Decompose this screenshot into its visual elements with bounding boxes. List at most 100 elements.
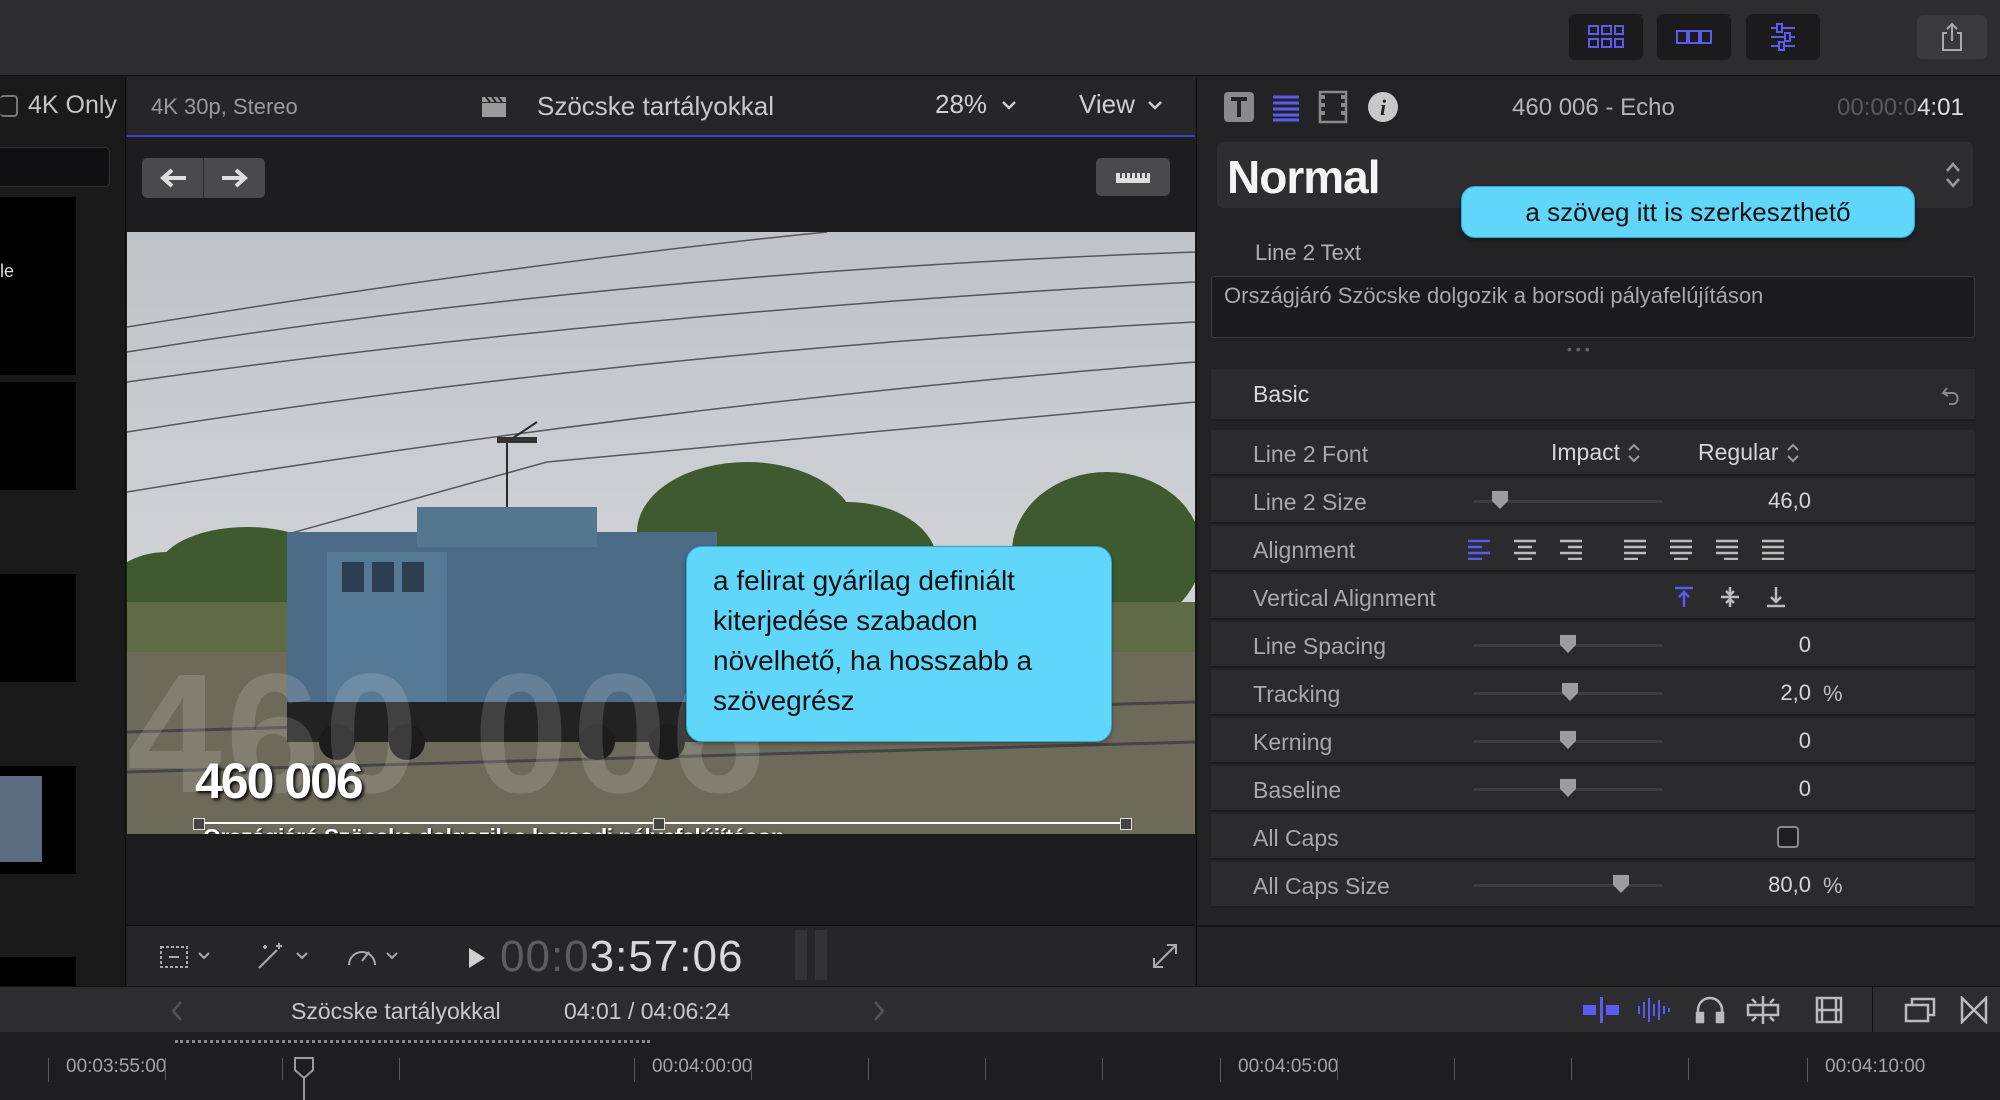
clip-appearance-icon[interactable] [1814,995,1844,1025]
inspector-toggle-button[interactable] [1746,14,1820,60]
font-style-dropdown[interactable]: Regular [1698,439,1799,466]
range-indicator [175,1040,650,1043]
size-slider-knob[interactable] [1492,491,1508,509]
undo-arrow-icon[interactable] [1941,383,1963,405]
chevron-down-icon [1002,100,1016,110]
4k-only-checkbox[interactable] [0,95,18,117]
justify-left-icon[interactable] [1623,538,1647,560]
view-label: View [1079,89,1135,119]
paragraph-icon[interactable] [1271,92,1301,122]
justify-full-icon[interactable] [1761,538,1785,560]
title-line-1[interactable]: 460 006 [195,752,364,810]
timeline-header: Szöcske tartályokkal 04:01 / 04:06:24 [0,986,2000,1033]
font-family-dropdown[interactable]: Impact [1551,439,1640,466]
kerning-value[interactable]: 0 [1681,728,1811,754]
basic-section-header[interactable]: Basic [1211,369,1975,421]
zoom-dropdown[interactable]: 28% [935,89,1017,120]
fullscreen-icon[interactable] [1151,942,1179,970]
browser-panel: 4K Only le [0,77,126,987]
chevron-down-icon [1148,100,1162,110]
inspector-timecode: 00:00:04:01 [1837,94,1964,121]
vertical-alignment-row: Vertical Alignment [1211,574,1975,620]
inspector-clip-name: 460 006 - Echo [1512,94,1675,121]
share-button[interactable] [1917,15,1987,59]
all-caps-size-slider[interactable] [1473,884,1663,887]
timeline-project-name: Szöcske tartályokkal [291,998,501,1024]
size-value[interactable]: 46,0 [1681,488,1811,514]
align-right-icon[interactable] [1559,538,1583,560]
sliders-icon [1771,23,1795,51]
window-icon[interactable] [1904,996,1936,1024]
play-icon[interactable] [467,946,487,970]
resize-grip[interactable]: ••• [1567,341,1594,357]
retime-menu[interactable] [345,941,399,971]
align-left-icon[interactable] [1467,538,1491,560]
waveform-icon[interactable] [1636,996,1672,1024]
browser-clip-thumbnail[interactable]: le [0,197,76,375]
magic-wand-icon [258,943,282,969]
filmstrip-icon [1676,30,1712,44]
browser-clip-thumbnail[interactable] [0,766,76,874]
info-icon[interactable]: i [1367,91,1399,123]
justify-center-icon[interactable] [1669,538,1693,560]
video-inspector-icon[interactable] [1318,90,1348,124]
grid-icon [1588,25,1624,48]
browser-search-field[interactable] [0,147,110,187]
timeline-toggle-button[interactable] [1657,14,1731,60]
browser-toggle-button[interactable] [1569,14,1643,60]
tracking-slider-knob[interactable] [1562,683,1578,701]
baseline-value[interactable]: 0 [1681,776,1811,802]
browser-clip-thumbnail[interactable] [0,957,76,987]
enhancements-menu[interactable] [255,941,309,971]
timeline-ruler[interactable]: 00:03:55:00 00:04:00:00 00:04:05:00 00:0… [0,1032,2000,1100]
all-caps-checkbox[interactable] [1777,826,1799,848]
all-caps-size-row: All Caps Size 80,0 % [1211,862,1975,908]
line-spacing-slider-knob[interactable] [1560,635,1576,653]
all-caps-size-slider-knob[interactable] [1613,875,1629,893]
resize-handle[interactable] [1120,818,1132,830]
text-inspector-icon[interactable] [1223,91,1255,123]
viewer-panel: 4K 30p, Stereo Szöcske tartályokkal 28% … [127,77,1195,986]
valign-middle-icon[interactable] [1719,585,1741,609]
playhead[interactable] [293,1056,315,1100]
ruler-button[interactable] [1096,158,1170,196]
inspector-callout: a szöveg itt is szerkeszthető [1461,186,1915,238]
valign-bottom-icon[interactable] [1765,585,1787,609]
video-image: 460 006 [127,232,1195,834]
video-frame[interactable]: 460 006 460 006 Országjáró Szöcske dolgo… [127,232,1195,834]
justify-right-icon[interactable] [1715,538,1739,560]
bowtie-icon[interactable] [1960,996,1988,1024]
resize-handle[interactable] [653,818,665,830]
headphones-icon[interactable] [1694,996,1726,1024]
history-buttons [142,158,265,198]
4k-only-label: 4K Only [28,91,117,119]
text-section-label: Line 2 Text [1255,240,1362,265]
baseline-slider-knob[interactable] [1560,779,1576,797]
line-spacing-value[interactable]: 0 [1681,632,1811,658]
resize-handle[interactable] [193,818,205,830]
transform-menu[interactable] [157,941,211,971]
line-2-text-field[interactable]: Országjáró Szöcske dolgozik a borsodi pá… [1211,276,1975,338]
forward-button[interactable] [204,158,265,198]
skimming-icon[interactable] [1744,995,1782,1025]
all-caps-size-value[interactable]: 80,0 [1681,872,1811,898]
format-label: 4K 30p, Stereo [151,94,298,119]
back-button[interactable] [142,158,204,198]
chevron-right-icon[interactable] [872,1000,886,1022]
valign-top-icon[interactable] [1673,585,1695,609]
chevron-down-icon [296,952,308,960]
snapping-icon[interactable] [1582,996,1620,1024]
chevron-left-icon[interactable] [170,1000,184,1022]
align-center-icon[interactable] [1513,538,1537,560]
viewer-timecode: 00:03:57:06 [500,932,744,981]
title-line-2[interactable]: Országjáró Szöcske dolgozik a borsodi pá… [203,824,785,834]
audio-meter-right [815,930,827,980]
browser-clip-thumbnail[interactable] [0,382,76,490]
updown-chevron-icon [1786,443,1799,462]
view-dropdown[interactable]: View [1079,89,1163,120]
toolbar-divider [1872,987,1873,1033]
thumbnail-image [0,776,42,862]
tracking-value[interactable]: 2,0 [1681,680,1811,706]
kerning-slider-knob[interactable] [1560,731,1576,749]
browser-clip-thumbnail[interactable] [0,574,76,682]
